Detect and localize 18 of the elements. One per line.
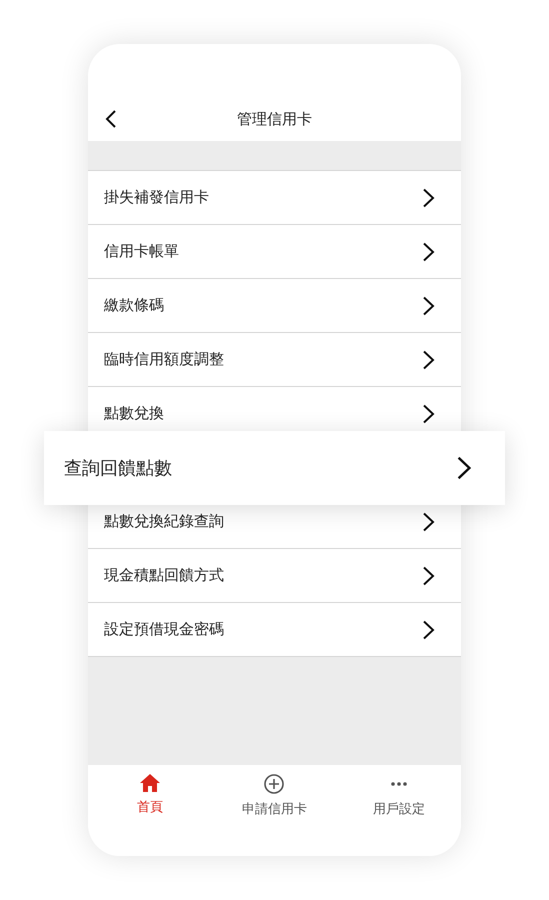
chevron-right-icon — [422, 350, 435, 370]
chevron-right-icon — [422, 188, 435, 208]
back-icon[interactable] — [105, 109, 117, 129]
tab-item[interactable]: 首頁 — [88, 765, 212, 826]
menu-item[interactable]: 查詢回饋點數 — [44, 431, 505, 505]
screen-title: 管理信用卡 — [237, 109, 312, 129]
chevron-right-icon — [422, 620, 435, 640]
tab-item[interactable]: 申請信用卡 — [212, 765, 337, 826]
home-icon — [140, 774, 160, 792]
chevron-right-icon — [422, 404, 435, 424]
chevron-right-icon — [422, 512, 435, 532]
tab-item[interactable]: 用戶設定 — [336, 765, 461, 826]
chevron-right-icon — [456, 456, 472, 480]
more-icon — [390, 782, 407, 786]
chevron-right-icon — [422, 242, 435, 262]
chevron-right-icon — [422, 566, 435, 586]
chevron-right-icon — [422, 296, 435, 316]
plus-circle-icon — [264, 774, 284, 794]
